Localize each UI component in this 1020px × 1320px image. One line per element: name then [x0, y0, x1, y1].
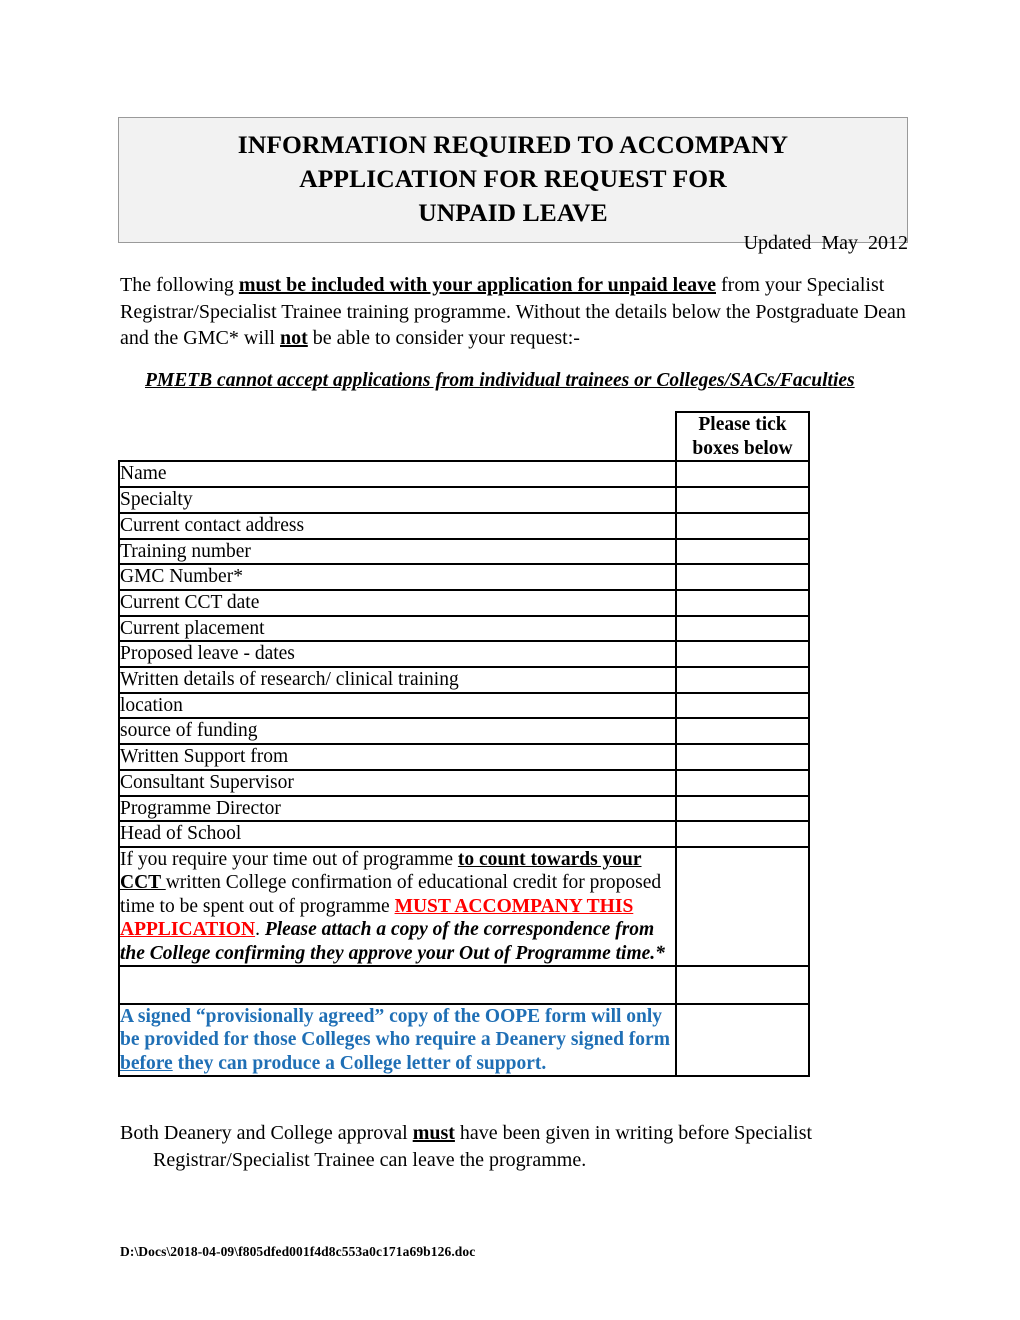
table-row: Training number — [118, 537, 810, 566]
row-tick-box[interactable] — [675, 743, 810, 771]
footer-file-path: D:\Docs\2018-04-09\f805dfed001f4d8c553a0… — [120, 1244, 476, 1259]
row-label: Proposed leave - dates — [118, 640, 677, 669]
row-label: source of funding — [118, 717, 677, 746]
closing-text-1: Both Deanery and College approval — [120, 1122, 413, 1144]
cct-requirement-row: If you require your time out of programm… — [118, 845, 810, 967]
oope-note-row: A signed “provisionally agreed” copy of … — [118, 1002, 810, 1078]
oope-text-1: A signed “provisionally agreed” copy of … — [120, 1005, 670, 1051]
row-label: Current placement — [118, 614, 677, 643]
row-label: Current contact address — [118, 511, 677, 540]
closing-line-1: Both Deanery and College approval must h… — [120, 1120, 910, 1147]
requirements-table: Please tick boxes below Name Specialty Cur… — [118, 410, 810, 1078]
row-tick-box[interactable] — [675, 614, 810, 643]
row-tick-box[interactable] — [675, 768, 810, 797]
table-row: location — [118, 691, 810, 720]
row-tick-box[interactable] — [675, 563, 810, 591]
row-label: Name — [118, 460, 677, 489]
table-row: Proposed leave - dates — [118, 640, 810, 669]
row-label: Training number — [118, 537, 677, 566]
row-tick-box[interactable] — [675, 511, 810, 540]
blank-divider-tick-cell[interactable] — [675, 964, 810, 1005]
cct-requirement-text: If you require your time out of programm… — [120, 848, 675, 965]
oope-note-text: A signed “provisionally agreed” copy of … — [120, 1005, 675, 1075]
intro-emphasis-2: not — [280, 327, 308, 349]
row-tick-box[interactable] — [675, 717, 810, 746]
intro-emphasis-1: must be included with your application f… — [238, 274, 716, 296]
row-tick-box[interactable] — [675, 460, 810, 489]
row-label: Written Support from — [118, 743, 677, 771]
row-label: Written details of research/ clinical tr… — [118, 666, 677, 694]
row-label: Specialty — [118, 486, 677, 514]
blank-divider-cell — [118, 964, 677, 1005]
intro-text-3: be able to consider your request:- — [307, 327, 580, 349]
row-tick-box[interactable] — [675, 588, 810, 617]
title-line-1: INFORMATION REQUIRED TO ACCOMPANY — [237, 130, 789, 159]
row-tick-box[interactable] — [675, 691, 810, 720]
row-label: Head of School — [118, 820, 677, 848]
cct-requirement-cell: If you require your time out of programm… — [118, 845, 677, 967]
closing-paragraph: Both Deanery and College approval must h… — [120, 1120, 910, 1173]
document-title-box: INFORMATION REQUIRED TO ACCOMPANY APPLIC… — [118, 117, 908, 243]
cct-tick-cell[interactable] — [675, 845, 810, 967]
table-row: Written details of research/ clinical tr… — [118, 666, 810, 694]
table-row: Head of School — [118, 820, 810, 848]
table-row: Name — [118, 460, 810, 489]
table-row: Specialty — [118, 486, 810, 514]
cct-text-3: . — [255, 919, 265, 941]
row-label: location — [118, 691, 677, 720]
table-row: Consultant Supervisor — [118, 768, 810, 797]
closing-emphasis: must — [412, 1122, 455, 1144]
row-label: Programme Director — [118, 794, 677, 823]
oope-tick-cell[interactable] — [675, 1002, 810, 1078]
row-label: GMC Number* — [118, 563, 677, 591]
blank-divider-row — [118, 964, 810, 1005]
table-row: GMC Number* — [118, 563, 810, 591]
table-row: Current contact address — [118, 511, 810, 540]
tick-column-header: Please tick boxes below — [675, 410, 810, 463]
updated-date: Updated May 2012 — [743, 232, 908, 254]
row-label: Current CCT date — [118, 588, 677, 617]
header-blank-cell — [119, 412, 676, 461]
intro-text-1: The following — [120, 274, 239, 296]
closing-line-2: Registrar/Specialist Trainee can leave t… — [153, 1148, 587, 1171]
oope-emphasis: before — [120, 1052, 173, 1074]
cct-red-2: APPLICATION — [120, 919, 256, 941]
table-rows: Name Specialty Current contact address Trai… — [118, 460, 810, 848]
table-row: source of funding — [118, 717, 810, 746]
title-line-3: UNPAID LEAVE — [418, 198, 608, 227]
oope-note-cell: A signed “provisionally agreed” copy of … — [118, 1002, 677, 1078]
closing-text-2: have been given in writing before Specia… — [454, 1122, 813, 1144]
intro-paragraph: The following must be included with your… — [120, 272, 910, 352]
row-tick-box[interactable] — [675, 486, 810, 514]
table-row: Written Support from — [118, 743, 810, 771]
pmetb-notice: PMETB cannot accept applications from in… — [145, 370, 855, 391]
oope-text-2: they can produce a College letter of sup… — [172, 1052, 547, 1074]
table-header-row: Please tick boxes below — [119, 410, 810, 463]
cct-text-1: If you require your time out of programm… — [120, 848, 458, 870]
table-row: Current placement — [118, 614, 810, 643]
document-page: INFORMATION REQUIRED TO ACCOMPANY APPLIC… — [0, 0, 1020, 1320]
table-paragraph-rows: If you require your time out of programm… — [118, 845, 810, 1078]
row-tick-box[interactable] — [675, 640, 810, 669]
table-row: Current CCT date — [118, 588, 810, 617]
title-line-2: APPLICATION FOR REQUEST FOR — [299, 164, 727, 193]
row-tick-box[interactable] — [675, 537, 810, 566]
row-tick-box[interactable] — [675, 794, 810, 823]
cct-red-1: MUST ACCOMPANY THIS — [394, 895, 634, 917]
row-tick-box[interactable] — [675, 820, 810, 848]
table-body: Please tick boxes below — [119, 410, 810, 463]
table-row: Programme Director — [118, 794, 810, 823]
row-label: Consultant Supervisor — [118, 768, 677, 797]
row-tick-box[interactable] — [675, 666, 810, 694]
